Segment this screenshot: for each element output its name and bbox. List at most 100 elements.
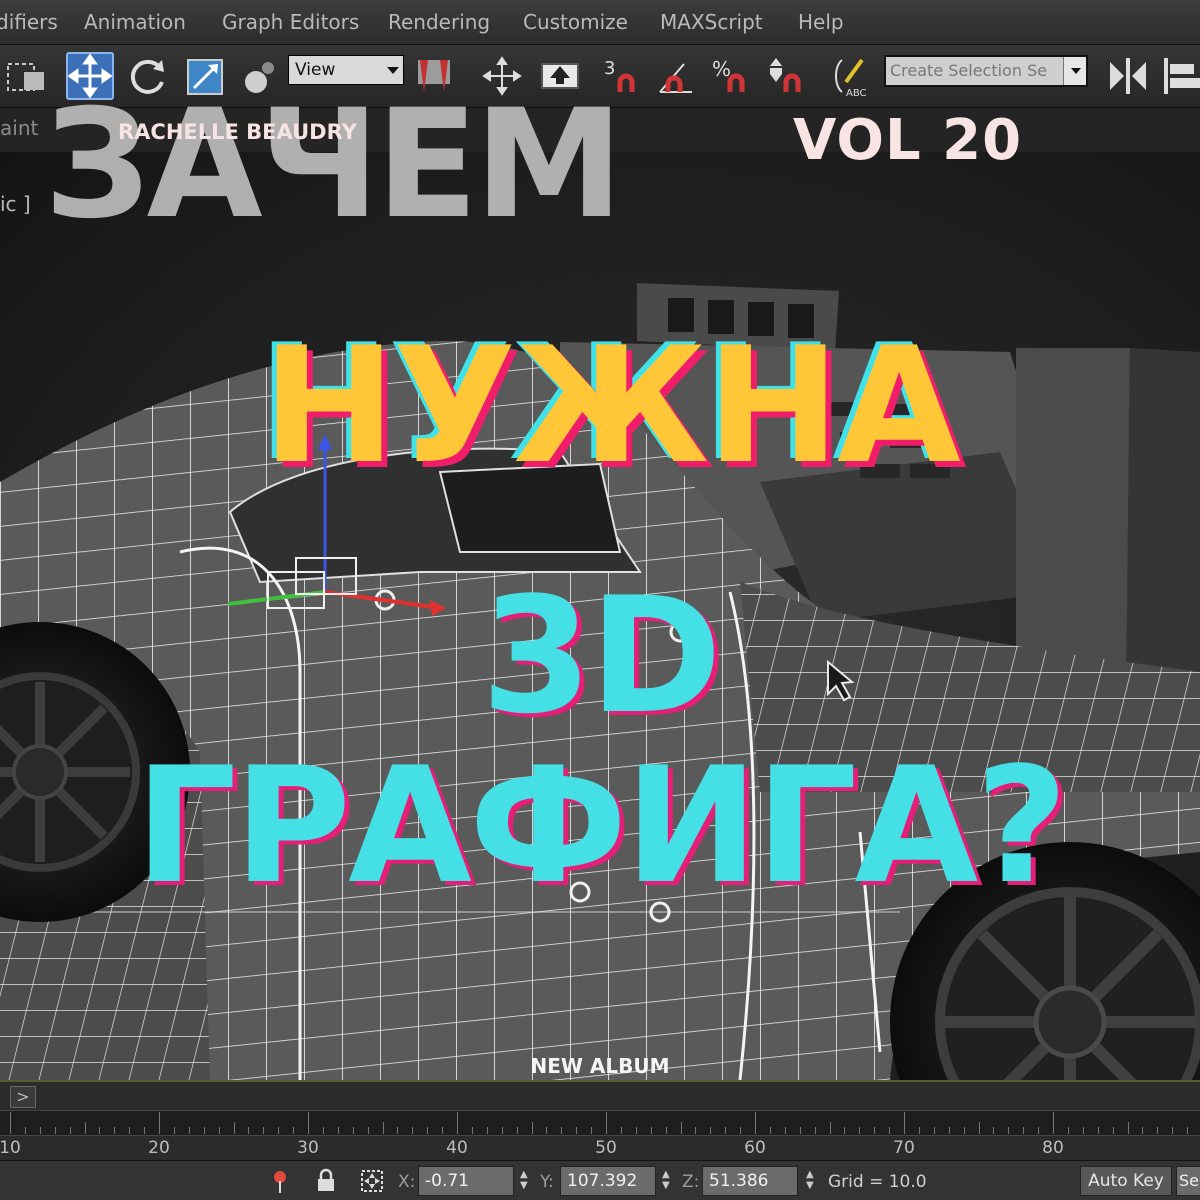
select-object-icon[interactable] [2,52,50,100]
lock-icon[interactable] [312,1167,340,1195]
auto-key-button[interactable]: Auto Key [1080,1166,1172,1196]
timeline-tick [814,1127,816,1134]
timeline-tick [695,1127,697,1134]
timeline-tick [203,1127,205,1134]
menu-animation[interactable]: Animation [84,10,186,34]
timeline-tick [859,1127,861,1134]
timeline-tick [173,1127,175,1134]
headline-line-1: НУЖНА [262,312,961,499]
x-coordinate-input[interactable]: -0.71 [418,1166,514,1196]
timeline-tick [784,1127,786,1134]
timeline-tick [278,1127,280,1134]
timeline-tick [918,1127,920,1134]
timeline-tick [516,1127,518,1134]
timeline-tick [159,1112,160,1134]
timeline-tick [114,1127,116,1134]
ribbon-tab-label[interactable]: aint [0,116,38,140]
timeline-tick [1097,1127,1099,1134]
timeline-tick [84,1122,86,1134]
timeline-tick [218,1127,220,1134]
timeline-next-button[interactable]: > [10,1086,36,1108]
timeline-tick [457,1112,458,1134]
percent-snap-icon[interactable]: % [706,52,754,100]
timeline-tick [576,1127,578,1134]
selection-set-dropdown[interactable]: Create Selection Se [884,55,1088,87]
z-spinner[interactable]: ▲ ▼ [806,1169,816,1193]
timeline-tick [293,1127,295,1134]
y-coordinate-input[interactable]: 107.392 [560,1166,656,1196]
edit-named-selection-icon[interactable]: ABC [828,52,876,100]
menu-bar: difiers Animation Graph Editors Renderin… [0,0,1200,45]
menu-graph-editors[interactable]: Graph Editors [222,10,359,34]
timeline-tick [322,1127,324,1134]
timeline-tick [1082,1127,1084,1134]
menu-customize[interactable]: Customize [523,10,628,34]
timeline-tick [1067,1127,1069,1134]
menu-rendering[interactable]: Rendering [388,10,490,34]
timeline-tick [337,1127,339,1134]
menu-help[interactable]: Help [798,10,844,34]
x-spinner[interactable]: ▲ ▼ [520,1169,530,1193]
timeline-tick [561,1127,563,1134]
angle-snap-icon[interactable] [652,52,700,100]
menu-modifiers[interactable]: difiers [0,10,58,34]
timeline-tick-label: 80 [1042,1138,1064,1158]
timeline-tick [427,1127,429,1134]
absolute-mode-icon[interactable] [358,1167,386,1195]
y-label: Y: [540,1172,554,1192]
timeline-tick [263,1127,265,1134]
timeline-tick [665,1127,667,1134]
timeline-tick [69,1127,71,1134]
timeline-tick [1187,1127,1189,1134]
timeline-tick [889,1127,891,1134]
timeline-tick [680,1122,682,1134]
timeline-tick [129,1127,131,1134]
set-key-dropdown[interactable]: Se [1176,1166,1200,1196]
z-coordinate-input[interactable]: 51.386 [702,1166,798,1196]
status-bar: X: -0.71 ▲ ▼ Y: 107.392 ▲ ▼ Z: 51.386 ▲ ▼ G… [0,1160,1200,1200]
timeline-tick-label: 70 [893,1138,915,1158]
timeline-tick [725,1127,727,1134]
album-caption: NEW ALBUM [530,1054,670,1078]
selection-set-text: Create Selection Se [890,61,1048,80]
timeline-tick [24,1127,26,1134]
timeline-tick [620,1127,622,1134]
timeline-tick-label: 10 [0,1138,21,1158]
timeline-tick [144,1127,146,1134]
timeline-tick [963,1127,965,1134]
timeline-tick [740,1127,742,1134]
svg-text:3: 3 [604,58,615,79]
timeline-tick [248,1127,250,1134]
timeline-tick [1142,1127,1144,1134]
timeline-ticks [0,1110,1200,1134]
align-icon[interactable] [1158,52,1200,100]
timeline-tick [442,1127,444,1134]
poster-title-top: ЗАЧЕМ [44,78,624,252]
spinner-snap-icon[interactable] [762,52,810,100]
timeline-tick [755,1112,756,1134]
y-spinner[interactable]: ▲ ▼ [662,1169,672,1193]
timeline-tick [710,1127,712,1134]
headline-line-2: 3D [480,562,722,749]
headline-line-3: ГРАФИГА? [134,732,1068,919]
timeline-tick [382,1122,384,1134]
pin-icon[interactable] [266,1167,294,1195]
timeline-tick [904,1112,905,1134]
timeline-tick [1023,1127,1025,1134]
timeline-tick [650,1127,652,1134]
mirror-tool-icon[interactable] [1104,52,1152,100]
svg-text:ABC: ABC [846,88,867,99]
timeline-tick-label: 40 [446,1138,468,1158]
timeline-tick [978,1122,980,1134]
timeline: > 10 20 30 40 50 60 70 80 [0,1080,1200,1162]
timeline-tick-label: 60 [744,1138,766,1158]
menu-maxscript[interactable]: MAXScript [660,10,763,34]
timeline-tick-label: 20 [148,1138,170,1158]
timeline-tick [933,1127,935,1134]
timeline-tick [1172,1127,1174,1134]
timeline-tick-label: 30 [297,1138,319,1158]
dropdown-button[interactable] [1063,57,1086,85]
timeline-tick [471,1127,473,1134]
app-window: difiers Animation Graph Editors Renderin… [0,0,1200,1200]
grid-size: Grid = 10.0 [828,1172,927,1192]
